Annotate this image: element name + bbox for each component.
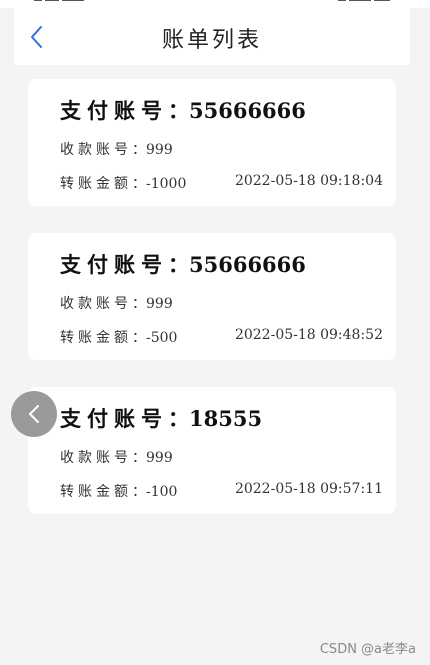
- status-bar: [0, 0, 430, 8]
- receive-account-label: 收款账号: [60, 450, 132, 466]
- receive-account-label: 收款账号: [60, 142, 132, 158]
- pay-account-value: 18555: [189, 406, 263, 431]
- status-right-icons: [335, 0, 390, 4]
- colon: ：: [132, 296, 146, 312]
- pay-account-label: 支付账号: [60, 252, 168, 277]
- colon: ：: [132, 142, 146, 158]
- receive-account-line: 收款账号：999: [60, 447, 173, 467]
- colon: ：: [132, 176, 146, 192]
- bill-time: 2022-05-18 09:18:04: [234, 173, 383, 189]
- pay-account-line: 支付账号：18555: [60, 403, 262, 433]
- amount-label: 转账金额: [60, 484, 132, 500]
- amount-value: -100: [146, 484, 178, 500]
- chevron-left-icon: [29, 405, 39, 423]
- amount-label: 转账金额: [60, 176, 132, 192]
- colon: ：: [132, 484, 146, 500]
- colon: ：: [132, 330, 146, 346]
- bill-card[interactable]: 支付账号：18555 收款账号：999 转账金额：-100 2022-05-18…: [28, 387, 396, 514]
- colon: ：: [168, 252, 189, 277]
- bill-time: 2022-05-18 09:48:52: [234, 327, 383, 343]
- receive-account-value: 999: [146, 296, 173, 312]
- colon: ：: [168, 98, 189, 123]
- receive-account-label: 收款账号: [60, 296, 132, 312]
- amount-value: -500: [146, 330, 178, 346]
- pay-account-value: 55666666: [189, 98, 306, 123]
- nav-bar: 账单列表: [14, 8, 410, 65]
- bill-card[interactable]: 支付账号：55666666 收款账号：999 转账金额：-1000 2022-0…: [28, 79, 396, 206]
- status-left-icons: [34, 0, 104, 4]
- amount-label: 转账金额: [60, 330, 132, 346]
- pay-account-value: 55666666: [189, 252, 306, 277]
- receive-account-value: 999: [146, 450, 173, 466]
- watermark: CSDN @a老李a: [319, 642, 416, 657]
- pay-account-label: 支付账号: [60, 98, 168, 123]
- colon: ：: [132, 450, 146, 466]
- bill-time: 2022-05-18 09:57:11: [234, 481, 383, 497]
- floating-back-button[interactable]: [11, 391, 57, 437]
- receive-account-value: 999: [146, 142, 173, 158]
- pay-account-line: 支付账号：55666666: [60, 95, 306, 125]
- amount-line: 转账金额：-100: [60, 481, 177, 501]
- page-title: 账单列表: [161, 28, 262, 53]
- pay-account-line: 支付账号：55666666: [60, 249, 306, 279]
- amount-line: 转账金额：-1000: [60, 173, 186, 193]
- bill-card[interactable]: 支付账号：55666666 收款账号：999 转账金额：-500 2022-05…: [28, 233, 396, 360]
- receive-account-line: 收款账号：999: [60, 139, 173, 159]
- colon: ：: [168, 406, 189, 431]
- receive-account-line: 收款账号：999: [60, 293, 173, 313]
- pay-account-label: 支付账号: [60, 406, 168, 431]
- amount-value: -1000: [146, 176, 187, 192]
- amount-line: 转账金额：-500: [60, 327, 177, 347]
